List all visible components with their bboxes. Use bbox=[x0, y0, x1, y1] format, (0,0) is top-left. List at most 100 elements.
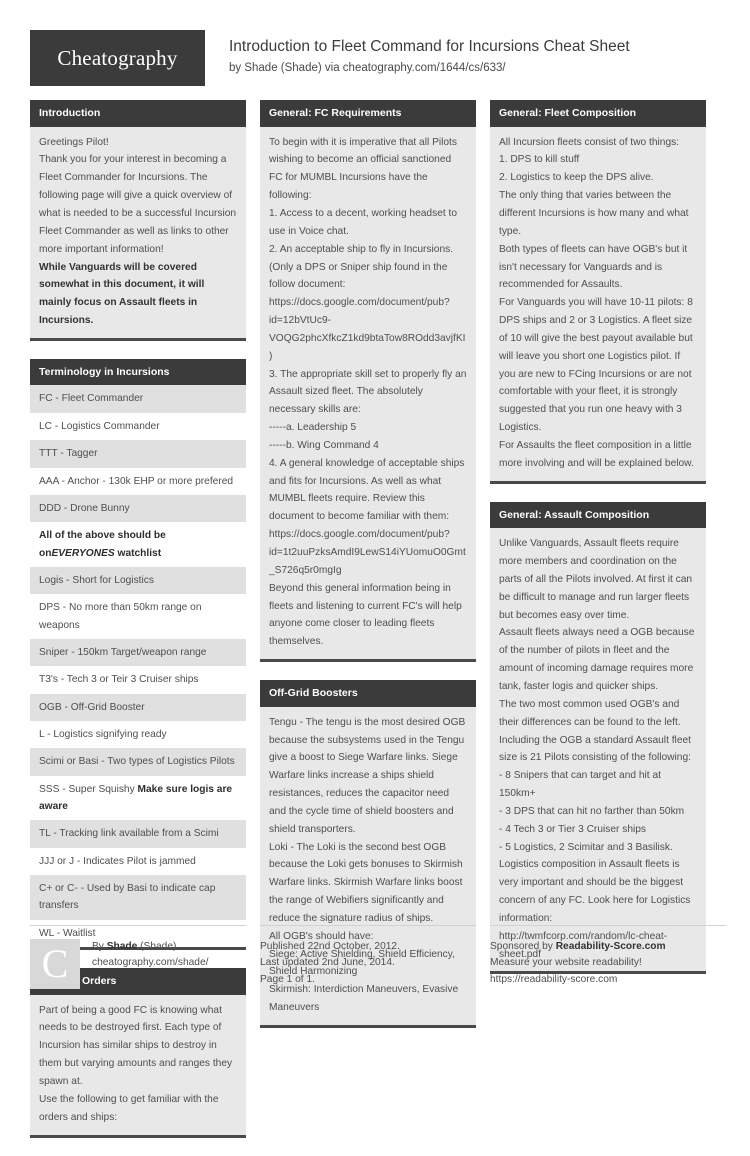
cheatography-logo[interactable]: Cheatography bbox=[30, 30, 205, 86]
intro-bold-line: While Vanguards will be covered somewhat… bbox=[39, 261, 205, 327]
footer-author: C By Shade (Shade) cheatography.com/shad… bbox=[30, 924, 246, 989]
terminology-cell: FC - Fleet Commander bbox=[30, 385, 246, 413]
fcreq-link-1[interactable]: https://docs.google.com/document/pub?id=… bbox=[269, 294, 467, 365]
table-row: L - Logistics signifying ready bbox=[30, 720, 246, 749]
terminology-table-body: FC - Fleet Commander LC - Logistics Comma… bbox=[30, 385, 246, 948]
terminology-cell: JJJ or J - Indicates Pilot is jammed bbox=[30, 847, 246, 875]
terminology-cell: Scimi or Basi - Two types of Logistics P… bbox=[30, 748, 246, 776]
card-title: Introduction bbox=[30, 100, 246, 127]
footer-sponsor: Sponsored by Readability-Score.com Measu… bbox=[490, 924, 726, 989]
terminology-cell: TL - Tracking link available from a Scim… bbox=[30, 820, 246, 848]
author-profile-link[interactable]: cheatography.com/shade/ bbox=[92, 955, 208, 972]
assault-line-3: Including the OGB a standard Assault fle… bbox=[499, 734, 691, 764]
footer-author-line: By Shade (Shade) bbox=[92, 939, 208, 956]
table-row: JJJ or J - Indicates Pilot is jammed bbox=[30, 847, 246, 875]
table-row: SSS - Super Squishy Make sure logis are … bbox=[30, 775, 246, 821]
fcreq-line-6: -----b. Wing Command 4 bbox=[269, 439, 379, 451]
assault-line-5: - 3 DPS that can hit no farther than 50k… bbox=[499, 805, 685, 817]
column-1: Introduction Greetings Pilot! Thank you … bbox=[30, 100, 246, 1156]
page-title: Introduction to Fleet Command for Incurs… bbox=[229, 38, 630, 55]
card-terminology: Terminology in Incursions FC - Fleet Com… bbox=[30, 358, 246, 951]
assault-line-1: Assault fleets always need a OGB because… bbox=[499, 627, 695, 692]
terminology-cell: AAA - Anchor - 130k EHP or more prefered bbox=[30, 467, 246, 495]
by-prefix: By bbox=[92, 940, 107, 952]
columns-container: Introduction Greetings Pilot! Thank you … bbox=[30, 100, 720, 1156]
terminology-cell: Logis - Short for Logistics bbox=[30, 566, 246, 595]
terminology-cell: DPS - No more than 50km range on weapons bbox=[30, 594, 246, 639]
fcreq-line-1: 1. Access to a decent, working headset t… bbox=[269, 207, 458, 237]
fleetcomp-line-2: 2. Logistics to keep the DPS alive. bbox=[499, 172, 654, 184]
sponsor-link[interactable]: https://readability-score.com bbox=[490, 972, 726, 989]
terminology-cell: DDD - Drone Bunny bbox=[30, 494, 246, 523]
cheat-sheet-page: Cheatography Introduction to Fleet Comma… bbox=[0, 0, 750, 1138]
fcreq-line-7: 4. A general knowledge of acceptable shi… bbox=[269, 457, 465, 523]
fcreq-link-2[interactable]: https://docs.google.com/document/pub?id=… bbox=[269, 526, 467, 580]
page-byline[interactable]: by Shade (Shade) via cheatography.com/16… bbox=[229, 60, 630, 77]
table-row: Scimi or Basi - Two types of Logistics P… bbox=[30, 748, 246, 776]
page-header: Cheatography Introduction to Fleet Comma… bbox=[30, 0, 720, 100]
terminology-cell: L - Logistics signifying ready bbox=[30, 720, 246, 749]
fcreq-line-5: -----a. Leadership 5 bbox=[269, 422, 357, 434]
assault-line-0: Unlike Vanguards, Assault fleets require… bbox=[499, 538, 693, 621]
terminology-cell: SSS - Super Squishy Make sure logis are … bbox=[30, 775, 246, 821]
card-introduction: Introduction Greetings Pilot! Thank you … bbox=[30, 100, 246, 341]
table-row: C+ or C- - Used by Basi to indicate cap … bbox=[30, 875, 246, 920]
published-date: Published 22nd October, 2012. bbox=[260, 940, 400, 952]
table-row: All of the above should be onEVERYONES w… bbox=[30, 522, 246, 567]
card-tagging-orders: Tagging Orders Part of being a good FC i… bbox=[30, 968, 246, 1138]
intro-line-1: Thank you for your interest in becoming … bbox=[39, 154, 237, 255]
logo-text: Cheatography bbox=[57, 45, 178, 70]
fcreq-line-9: Beyond this general information being in… bbox=[269, 582, 462, 648]
card-title: General: FC Requirements bbox=[260, 100, 476, 127]
table-row: FC - Fleet Commander bbox=[30, 385, 246, 413]
fleetcomp-line-6: For Assaults the fleet composition in a … bbox=[499, 439, 694, 469]
sponsor-tagline: Measure your website readability! bbox=[490, 957, 642, 969]
terminology-cell: OGB - Off-Grid Booster bbox=[30, 693, 246, 721]
card-body: Unlike Vanguards, Assault fleets require… bbox=[490, 528, 706, 971]
card-fc-requirements: General: FC Requirements To begin with i… bbox=[260, 100, 476, 663]
table-row: LC - Logistics Commander bbox=[30, 412, 246, 441]
card-body: To begin with it is imperative that all … bbox=[260, 127, 476, 659]
card-title: General: Fleet Composition bbox=[490, 100, 706, 127]
card-title: Terminology in Incursions bbox=[30, 358, 246, 386]
table-row: Sniper - 150km Target/weapon range bbox=[30, 638, 246, 667]
terminology-table: FC - Fleet Commander LC - Logistics Comma… bbox=[30, 385, 246, 948]
sponsor-prefix: Sponsored by bbox=[490, 940, 556, 952]
ogb-line-1: Loki - The Loki is the second best OGB b… bbox=[269, 841, 463, 924]
sponsor-line: Sponsored by Readability-Score.com bbox=[490, 939, 726, 956]
fcreq-line-2: 2. An acceptable ship to fly in Incursio… bbox=[269, 243, 454, 291]
card-assault-composition: General: Assault Composition Unlike Vang… bbox=[490, 501, 706, 975]
column-2: General: FC Requirements To begin with i… bbox=[260, 100, 476, 1046]
avatar: C bbox=[30, 938, 80, 989]
sponsor-name[interactable]: Readability-Score.com bbox=[556, 941, 666, 952]
table-row: DPS - No more than 50km range on weapons bbox=[30, 594, 246, 639]
author-handle: (Shade) bbox=[137, 940, 177, 952]
intro-line-0: Greetings Pilot! bbox=[39, 136, 109, 148]
header-titles: Introduction to Fleet Command for Incurs… bbox=[229, 30, 630, 77]
terminology-cell: LC - Logistics Commander bbox=[30, 412, 246, 441]
page-footer: C By Shade (Shade) cheatography.com/shad… bbox=[30, 924, 726, 989]
footer-author-text: By Shade (Shade) cheatography.com/shade/ bbox=[92, 939, 208, 973]
card-title: General: Assault Composition bbox=[490, 501, 706, 529]
fleetcomp-line-3: The only thing that varies between the d… bbox=[499, 190, 689, 237]
fleetcomp-line-4: Both types of fleets can have OGB's but … bbox=[499, 243, 688, 291]
table-row: TTT - Tagger bbox=[30, 440, 246, 468]
card-title: Off-Grid Boosters bbox=[260, 680, 476, 707]
last-updated-date: Last updated 2nd June, 2014. bbox=[260, 957, 395, 969]
terminology-cell: C+ or C- - Used by Basi to indicate cap … bbox=[30, 875, 246, 920]
assault-line-2: The two most common used OGB's and their… bbox=[499, 698, 681, 728]
fleetcomp-line-5: For Vanguards you will have 10-11 pilots… bbox=[499, 297, 693, 434]
assault-line-7: - 5 Logistics, 2 Scimitar and 3 Basilisk… bbox=[499, 841, 673, 853]
card-fleet-composition: General: Fleet Composition All Incursion… bbox=[490, 100, 706, 484]
footer-publish-info: Published 22nd October, 2012. Last updat… bbox=[260, 924, 476, 989]
table-row: TL - Tracking link available from a Scim… bbox=[30, 820, 246, 848]
tagging-line-0: Part of being a good FC is knowing what … bbox=[39, 1004, 233, 1087]
terminology-cell: T3's - Tech 3 or Teir 3 Cruiser ships bbox=[30, 666, 246, 694]
terminology-cell: TTT - Tagger bbox=[30, 440, 246, 468]
fcreq-line-0: To begin with it is imperative that all … bbox=[269, 136, 457, 202]
card-body: All Incursion fleets consist of two thin… bbox=[490, 127, 706, 481]
terminology-cell: Sniper - 150km Target/weapon range bbox=[30, 638, 246, 667]
table-row: T3's - Tech 3 or Teir 3 Cruiser ships bbox=[30, 666, 246, 694]
ogb-line-0: Tengu - The tengu is the most desired OG… bbox=[269, 716, 466, 835]
card-body: Part of being a good FC is knowing what … bbox=[30, 995, 246, 1135]
